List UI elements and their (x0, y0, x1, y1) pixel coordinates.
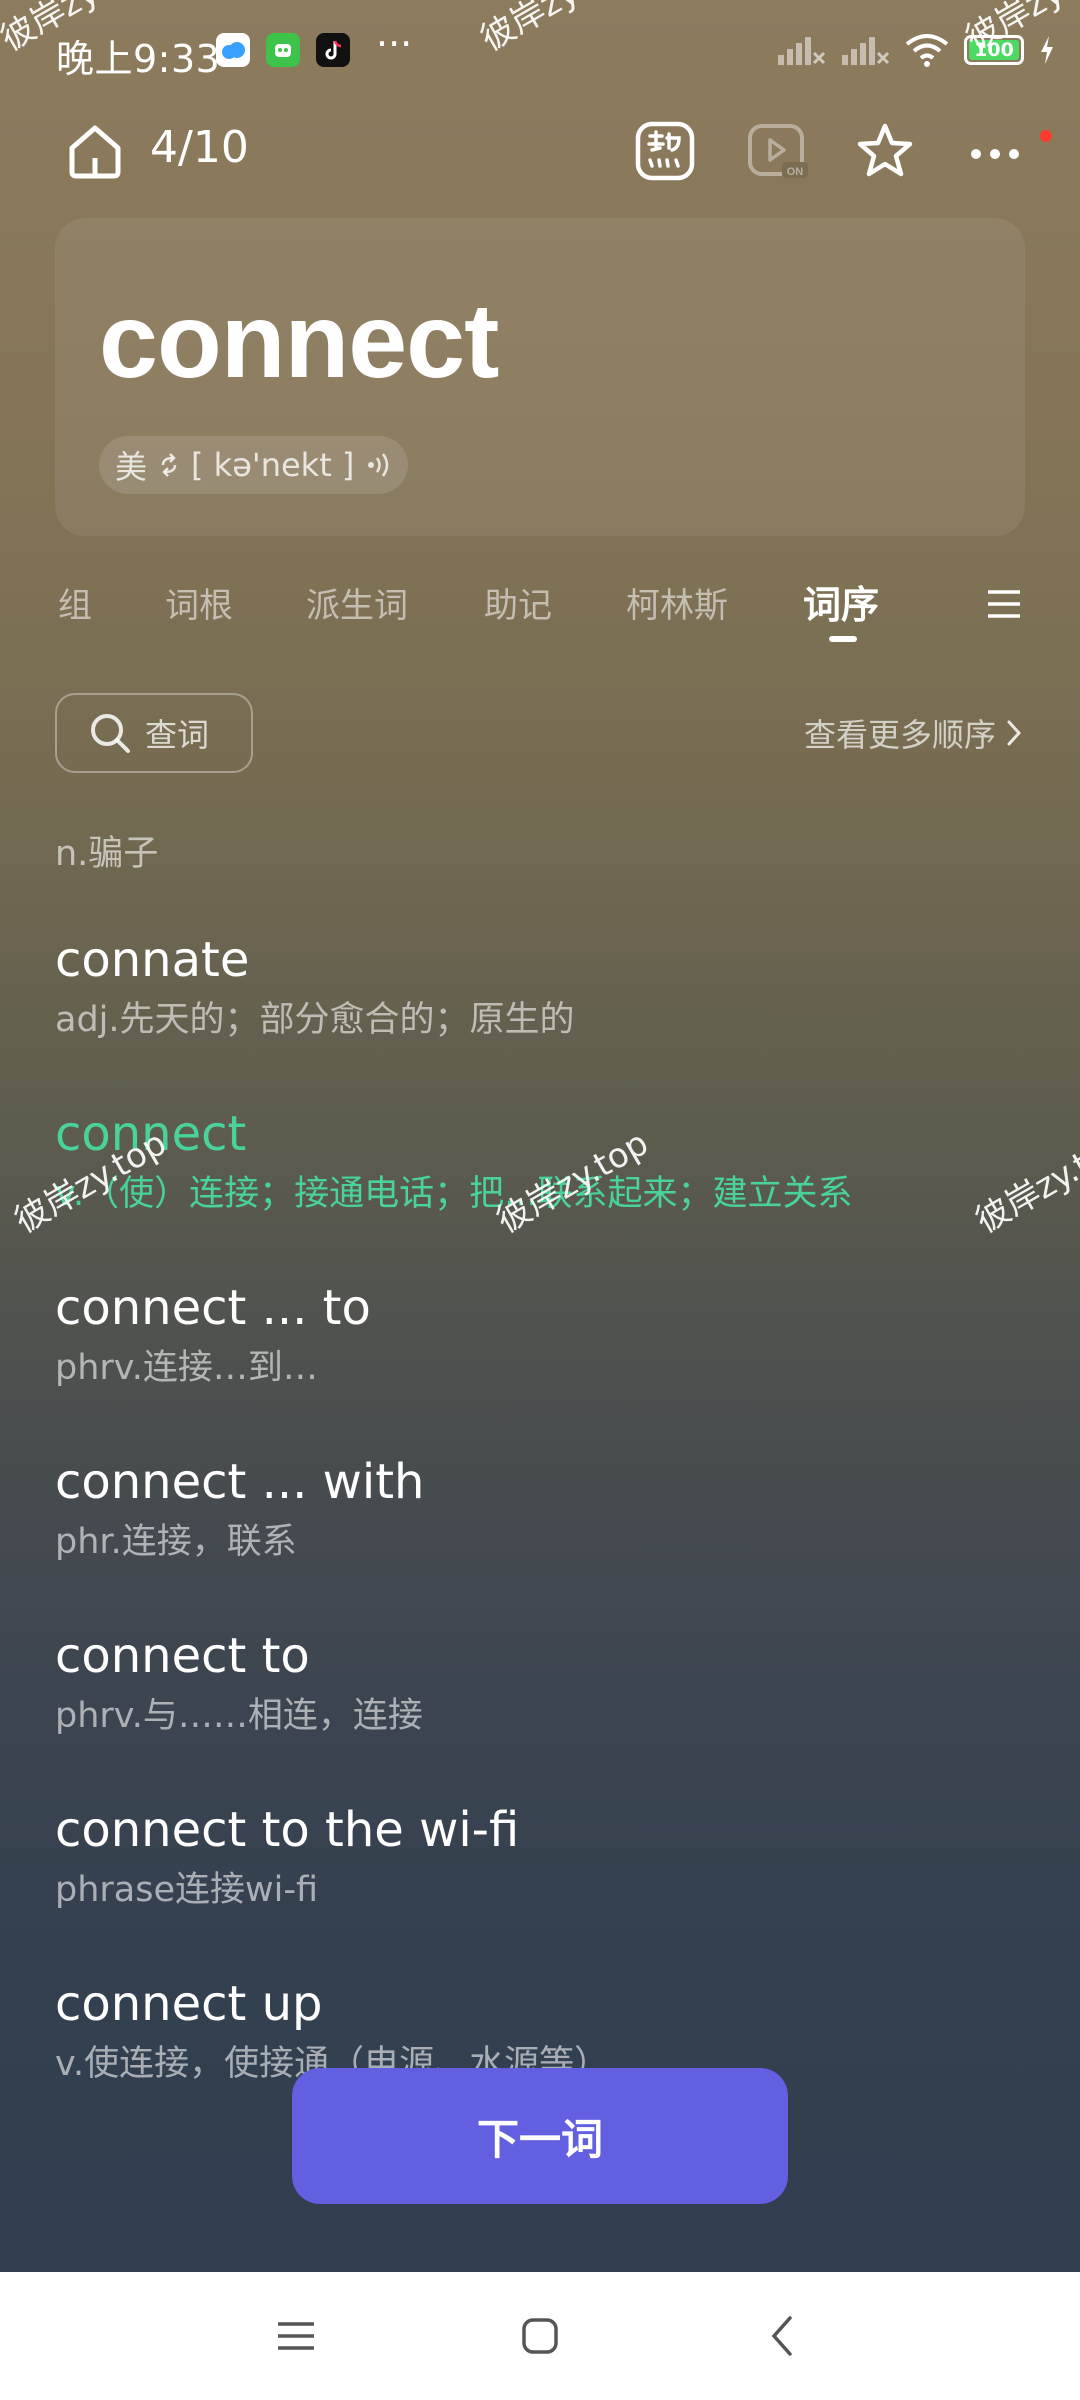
tab-collins[interactable]: 柯林斯 (626, 578, 728, 627)
entry-definition: phrv.连接…到… (55, 1348, 318, 1388)
pron-region: 美 (115, 448, 148, 486)
word-card: connect 美 [ kə'nekt ] (55, 218, 1025, 536)
tab-root[interactable]: 词根 (165, 578, 233, 627)
search-word-button[interactable]: 查词 (55, 693, 253, 773)
headword: connect (99, 282, 499, 400)
svg-text:ON: ON (787, 166, 804, 178)
entry-word: connect to the wi-fi (55, 1802, 520, 1858)
tiktok-app-icon (316, 33, 350, 67)
list-item[interactable]: connate adj.先天的；部分愈合的；原生的 (55, 930, 575, 1044)
tab-derivatives[interactable]: 派生词 (306, 578, 408, 627)
familiar-icon (635, 121, 695, 181)
signal-2-icon (842, 37, 890, 65)
entry-word: connect (55, 1106, 247, 1162)
wifi-icon (905, 34, 949, 67)
familiar-button[interactable] (632, 118, 698, 184)
chevron-right-icon (1007, 720, 1022, 746)
list-item[interactable]: connect ... with phr.连接，联系 (55, 1452, 424, 1566)
tab-group[interactable]: 组 (58, 578, 92, 627)
list-item[interactable]: connect to phrv.与……相连，连接 (55, 1626, 423, 1740)
video-on-icon: ON (748, 124, 808, 178)
home-nav-icon[interactable] (514, 2310, 566, 2362)
tab-mnemonic[interactable]: 助记 (484, 578, 552, 627)
entry-word: connate (55, 932, 250, 988)
search-label: 查词 (145, 716, 210, 754)
status-time: 晚上9:33 (56, 37, 221, 81)
entry-word: connect to (55, 1628, 310, 1684)
recent-apps-icon[interactable] (270, 2310, 322, 2362)
entry-definition: adj.先天的；部分愈合的；原生的 (55, 1000, 575, 1040)
entry-word: connect up (55, 1976, 323, 2032)
tab-word-order[interactable]: 词序 (803, 574, 879, 629)
view-more-order-link[interactable]: 查看更多顺序 (804, 710, 1022, 756)
menu-icon[interactable] (984, 584, 1024, 624)
entry-definition: phr.连接，联系 (55, 1522, 297, 1562)
previous-entry-definition: n.骗子 (55, 834, 159, 874)
phonetic: [ kə'nekt ] (191, 446, 355, 484)
home-icon (69, 125, 121, 179)
entry-definition: phrv.与……相连，连接 (55, 1696, 423, 1736)
list-item[interactable]: connect ... to phrv.连接…到… (55, 1278, 371, 1392)
app-root: 晚上9:33 ··· 100 4/10 ON connect 美 [kə'ne… (0, 0, 1080, 2400)
list-item[interactable]: connect to the wi-fi phrase连接wi-fi (55, 1800, 519, 1914)
switch-icon (161, 453, 177, 477)
progress-counter: 4/10 (150, 122, 249, 173)
active-tab-indicator (829, 636, 857, 642)
video-toggle-button[interactable]: ON (744, 118, 810, 184)
entry-definition: v.（使）连接；接通电话；把...联系起来；建立关系 (55, 1174, 853, 1214)
watermark: 彼岸zy.top (969, 1123, 1080, 1242)
notification-dot (1040, 130, 1052, 142)
pronunciation-button[interactable]: 美 [ kə'nekt ] (99, 436, 409, 494)
entry-word: connect ... with (55, 1454, 425, 1510)
entry-word: connect ... to (55, 1280, 371, 1336)
signal-1-icon (778, 37, 826, 65)
star-icon (857, 123, 913, 177)
tab-bar: 组 词根 派生词 助记 柯林斯 词序 (0, 570, 1080, 642)
robot-app-icon (266, 33, 300, 67)
system-nav-bar (0, 2272, 1080, 2400)
next-word-button[interactable]: 下一词 (292, 2068, 788, 2204)
header-bar: 4/10 ON (0, 110, 1080, 190)
cloud-app-icon (216, 33, 250, 67)
more-dots-icon (971, 149, 1019, 159)
search-icon (91, 714, 130, 753)
speaker-icon (368, 453, 389, 477)
charging-icon (1041, 36, 1053, 64)
favorite-button[interactable] (852, 118, 918, 184)
more-options-button[interactable] (962, 118, 1028, 184)
status-more-dots: ··· (376, 22, 413, 66)
home-button[interactable] (62, 118, 128, 184)
back-icon[interactable] (758, 2310, 810, 2362)
entry-definition: phrase连接wi-fi (55, 1870, 319, 1910)
list-item-current[interactable]: connect v.（使）连接；接通电话；把...联系起来；建立关系 (55, 1104, 853, 1218)
more-order-label: 查看更多顺序 (803, 716, 996, 754)
